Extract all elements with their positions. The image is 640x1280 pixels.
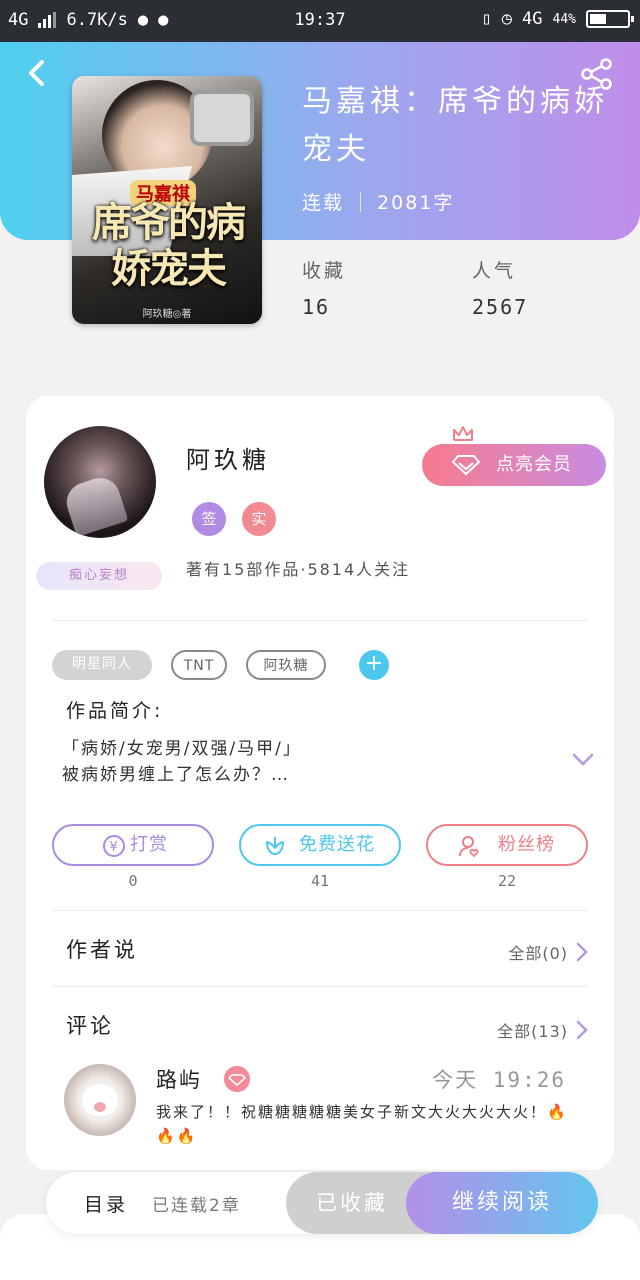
intro-text: 「病娇/女宠男/双强/马甲/」 被病娇男缠上了怎么办？… bbox=[62, 736, 562, 788]
author-says-title: 作者说 bbox=[66, 938, 138, 962]
toc-button[interactable]: 目录 bbox=[84, 1190, 128, 1217]
diamond-icon bbox=[452, 455, 480, 475]
comment-text: 我来了！！祝糖糖糖糖糖美女子新文大火大火大火！🔥🔥🔥 bbox=[156, 1103, 568, 1145]
avatar-pendant: 痴心妄想 bbox=[36, 562, 162, 590]
battery-icon bbox=[586, 10, 634, 28]
fans-rank-button[interactable]: 粉丝榜 bbox=[426, 824, 588, 866]
divider bbox=[52, 910, 588, 911]
cover-author: 阿玖糖◎著 bbox=[142, 309, 192, 320]
favorites-stat: 收藏 16 bbox=[302, 256, 346, 319]
comments-title: 评论 bbox=[66, 1014, 114, 1038]
author-says-all-link[interactable]: 全部(0) bbox=[508, 940, 568, 964]
reward-count: 0 bbox=[128, 872, 138, 890]
commenter-avatar[interactable] bbox=[64, 1064, 136, 1136]
book-title: 马嘉祺：席爷的病娇宠夫 bbox=[302, 84, 608, 167]
user-heart-icon bbox=[459, 836, 479, 858]
intro-label: 作品简介: bbox=[66, 700, 164, 722]
continue-reading-button[interactable]: 继续阅读 bbox=[406, 1172, 598, 1234]
back-icon[interactable] bbox=[22, 58, 52, 88]
divider bbox=[52, 620, 588, 621]
cover-camera bbox=[190, 90, 254, 146]
chapter-count: 已连载2章 bbox=[152, 1196, 241, 1216]
book-status: 连载 bbox=[302, 192, 345, 214]
bottom-action-bar: 目录 已连载2章 已收藏 继续阅读 bbox=[46, 1172, 598, 1234]
flower-count: 41 bbox=[310, 872, 330, 890]
add-tag-button[interactable]: + bbox=[359, 650, 389, 680]
intro-line: 「病娇/女宠男/双强/马甲/」 bbox=[62, 739, 302, 759]
book-detail-card: 痴心妄想 阿玖糖 签 实 著有15部作品·5814人关注 点亮会员 明星同人 T… bbox=[26, 396, 614, 1170]
signed-badge: 签 bbox=[192, 502, 226, 536]
popularity-value: 2567 bbox=[472, 295, 529, 319]
author-name[interactable]: 阿玖糖 bbox=[186, 440, 270, 475]
battery-percent: 44% bbox=[552, 11, 576, 27]
tag[interactable]: TNT bbox=[171, 650, 227, 680]
chevron-down-icon[interactable] bbox=[572, 752, 594, 768]
alarm-icon: ◷ bbox=[501, 9, 513, 29]
flower-icon bbox=[266, 837, 284, 855]
send-flower-label: 免费送花 bbox=[299, 834, 375, 855]
popularity-stat: 人气 2567 bbox=[472, 256, 528, 319]
vip-button-label: 点亮会员 bbox=[496, 454, 572, 475]
commenter-name[interactable]: 路屿 bbox=[156, 1064, 202, 1094]
vip-button[interactable]: 点亮会员 bbox=[422, 444, 606, 486]
reward-button[interactable]: ¥ 打赏 bbox=[52, 824, 214, 866]
tag[interactable]: 明星同人 bbox=[52, 650, 152, 680]
book-cover[interactable]: 马嘉祺 席爷的病娇宠夫 阿玖糖◎著 bbox=[72, 76, 262, 324]
coin-icon: ¥ bbox=[103, 835, 125, 857]
comment-time: 今天 19:26 bbox=[432, 1068, 566, 1092]
meta-divider bbox=[360, 191, 362, 212]
intro-line: 被病娇男缠上了怎么办？… bbox=[62, 765, 290, 785]
tag[interactable]: 阿玖糖 bbox=[246, 650, 326, 680]
book-meta: 连载 2081字 bbox=[302, 188, 454, 215]
author-avatar[interactable] bbox=[44, 426, 156, 538]
send-flower-button[interactable]: 免费送花 bbox=[239, 824, 401, 866]
status-bar: 4G 6.7K/s ● ● 19:37 ▯ ◷ 4G 44% bbox=[0, 0, 640, 42]
author-stats: 著有15部作品·5814人关注 bbox=[186, 560, 411, 579]
chevron-right-icon[interactable] bbox=[576, 1020, 588, 1040]
word-count: 2081字 bbox=[377, 192, 455, 214]
chevron-right-icon[interactable] bbox=[576, 942, 588, 962]
reward-label: 打赏 bbox=[130, 834, 168, 855]
favorites-label: 收藏 bbox=[302, 260, 347, 282]
fans-rank-label: 粉丝榜 bbox=[498, 834, 555, 855]
popularity-label: 人气 bbox=[472, 260, 517, 282]
vip-diamond-badge-icon bbox=[224, 1066, 250, 1092]
network-label-right: 4G bbox=[522, 9, 543, 29]
svg-text:¥: ¥ bbox=[109, 840, 118, 855]
vibrate-icon: ▯ bbox=[481, 9, 492, 29]
crown-icon bbox=[453, 426, 473, 441]
cover-title: 席爷的病娇宠夫 bbox=[92, 199, 246, 292]
comments-all-link[interactable]: 全部(13) bbox=[497, 1018, 568, 1042]
verified-badge: 实 bbox=[242, 502, 276, 536]
fans-count: 22 bbox=[497, 872, 517, 890]
favorites-value: 16 bbox=[302, 295, 331, 319]
divider bbox=[52, 986, 588, 987]
